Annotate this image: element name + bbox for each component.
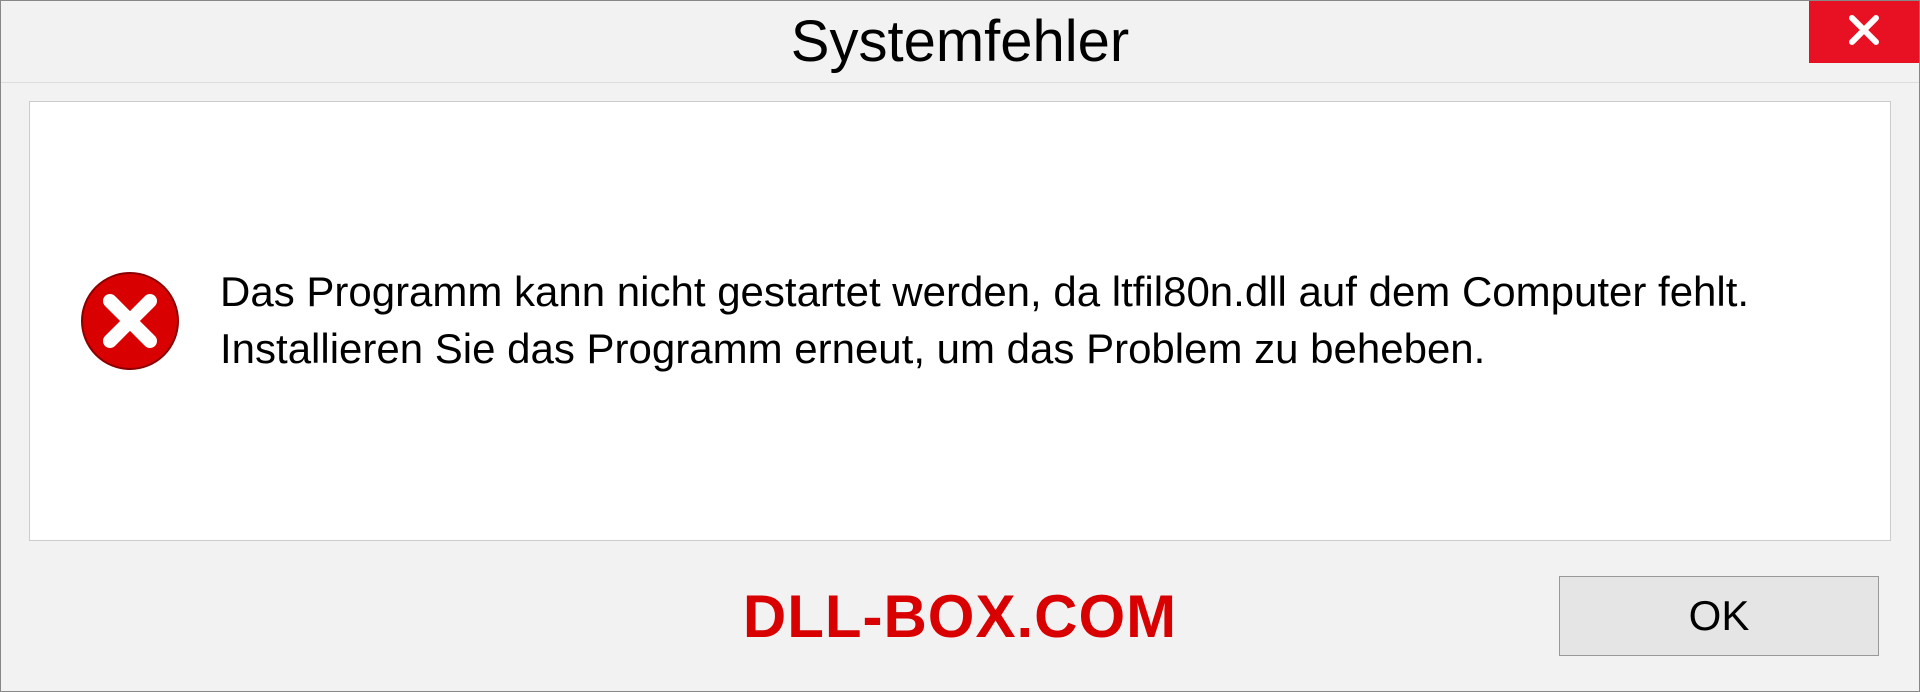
- error-message: Das Programm kann nicht gestartet werden…: [220, 264, 1840, 377]
- titlebar: Systemfehler: [1, 1, 1919, 83]
- error-icon: [80, 271, 180, 371]
- ok-button[interactable]: OK: [1559, 576, 1879, 656]
- system-error-dialog: Systemfehler Das Programm kann nicht ges…: [0, 0, 1920, 692]
- dialog-footer: DLL-BOX.COM OK: [1, 541, 1919, 691]
- dialog-title: Systemfehler: [791, 8, 1129, 75]
- watermark-text: DLL-BOX.COM: [743, 582, 1177, 651]
- close-button[interactable]: [1809, 1, 1919, 63]
- close-icon: [1846, 12, 1882, 53]
- content-area: Das Programm kann nicht gestartet werden…: [29, 101, 1891, 541]
